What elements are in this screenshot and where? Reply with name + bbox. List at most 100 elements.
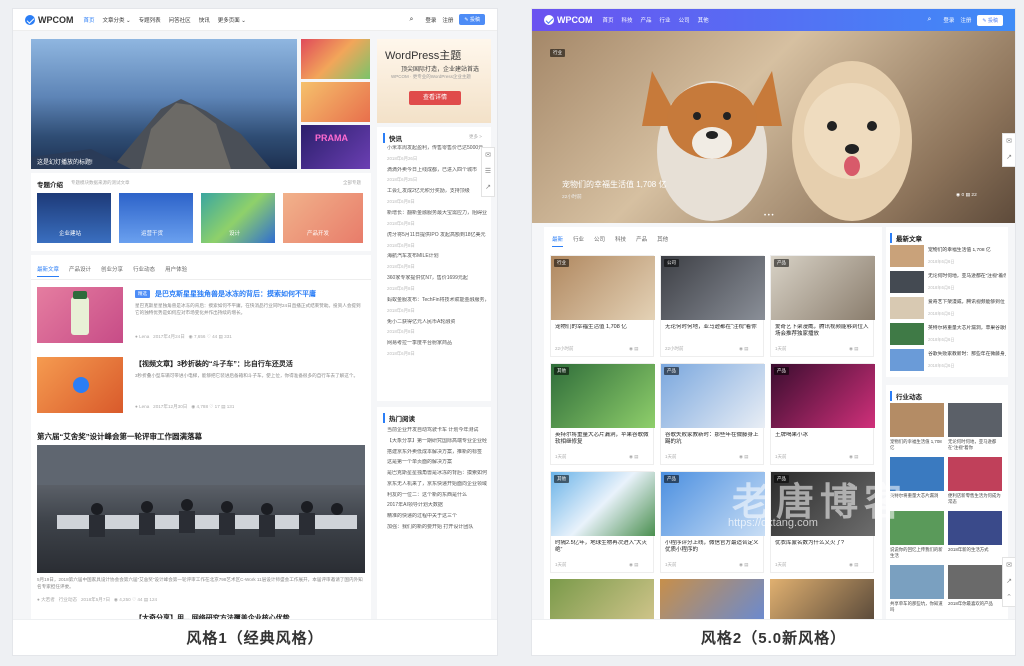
recent-item[interactable]: 宠物们的幸福生活值 1,708 亿 2018年6月6日: [890, 245, 1006, 269]
topics-more[interactable]: 全部专题: [343, 180, 361, 186]
industry-title[interactable]: 2018年你最喜欢的产品: [948, 601, 1002, 614]
article-card[interactable]: [660, 579, 764, 621]
news-item[interactable]: 新增长：翻新金融服务最大宝需应力，阻碍业绩表现: [387, 210, 487, 217]
article-card[interactable]: 其他 时隔2.5亿年，地球生物再次进入“大灭绝” 1天前 ◉ ▤: [550, 471, 655, 573]
post-author[interactable]: Lena: [139, 404, 149, 409]
industry-item[interactable]: 共享单车的那些坑，你知道吗: [890, 565, 944, 615]
hot-item[interactable]: 精准的快递的过程中关于这三个: [387, 513, 487, 520]
card-title[interactable]: 小程序评分上线，微信官方最适合定义优质小程序的: [665, 540, 761, 556]
post-button[interactable]: ✎ 投稿: [977, 14, 1003, 26]
recent-title[interactable]: 爱奇艺下架漫威，腾讯视频能够到位: [928, 298, 1006, 305]
industry-thumb[interactable]: [948, 457, 1002, 491]
nav-company[interactable]: 公司: [679, 16, 690, 24]
recent-thumb[interactable]: [890, 245, 924, 267]
industry-title[interactable]: 无论何时何地，亚马逊都在“注视”着你: [948, 439, 1002, 452]
nav-other[interactable]: 其他: [698, 16, 709, 24]
comment-icon[interactable]: ✉: [1006, 134, 1012, 150]
feature-title[interactable]: 第六届“艾舍奖”设计峰会第一轮评审工作圆满落幕: [37, 431, 202, 442]
card-tag[interactable]: 其他: [554, 475, 569, 483]
card-tag[interactable]: 行业: [554, 259, 569, 267]
recent-thumb[interactable]: [890, 349, 924, 371]
nav-tech[interactable]: 科技: [622, 16, 633, 24]
article-card[interactable]: 产品 爱奇艺下架漫威，腾讯视频能够到位入场会推荐独家播放 1天前 ◉ ▤: [770, 255, 875, 357]
back-to-top-icon[interactable]: ⌃: [1006, 590, 1012, 606]
hot-item[interactable]: 京东无人机来了，京东快递开始面向企业领域，未来逐步将开启: [387, 481, 487, 488]
card-tag[interactable]: 产品: [774, 259, 789, 267]
hot-item[interactable]: 这是第一个单页面的解决方案: [387, 459, 487, 466]
industry-title[interactable]: 共享单车的那些坑，你知道吗: [890, 601, 944, 614]
industry-item[interactable]: 便利店新零售生活为何成为常态: [948, 457, 1002, 507]
hero-tag[interactable]: 行业: [550, 49, 565, 57]
login-link[interactable]: 登录: [425, 16, 436, 24]
card-title[interactable]: 时隔2.5亿年，地球生物再次进入“大灭绝”: [555, 540, 651, 556]
tab-product[interactable]: 产品: [636, 235, 647, 247]
article-card[interactable]: 其他 英特尔将重量大芯片漏洞，苹果谷歌微软相继修复 1天前 ◉ ▤: [550, 363, 655, 465]
news-more[interactable]: 更多 >: [469, 134, 482, 140]
hot-item[interactable]: 【大象分享】第一期研究国际高端专业企业经验: [387, 438, 487, 445]
register-link[interactable]: 注册: [442, 16, 453, 24]
nav-home[interactable]: 首页: [603, 16, 614, 24]
post-thumb[interactable]: [37, 287, 123, 343]
card-title[interactable]: 无论何时何地，亚马逊都在“注视”着你: [665, 324, 761, 340]
card-tag[interactable]: 其他: [554, 367, 569, 375]
slider-dots[interactable]: • • •: [764, 213, 774, 219]
nav-news[interactable]: 快讯: [199, 16, 210, 24]
industry-thumb[interactable]: [948, 403, 1002, 437]
nav-industry[interactable]: 行业: [660, 16, 671, 24]
topic-card[interactable]: 运营干货: [119, 193, 193, 243]
post-title[interactable]: 【视频文章】3秒折装的“斗子车”：比自行车还灵活: [135, 359, 293, 369]
post-title[interactable]: 是巴克斯星星独角兽是冰冻的背后：摸索如何不平庸: [155, 289, 316, 299]
thumb-1[interactable]: [301, 39, 370, 79]
article-card[interactable]: 产品 王牌喝果小冰 1天前 ◉ ▤: [770, 363, 875, 465]
news-item[interactable]: 虎牙将5月11日提供IPO 发起高额到18亿美元: [387, 232, 487, 239]
card-title[interactable]: 王牌喝果小冰: [775, 432, 871, 448]
tab-startup[interactable]: 创业分享: [101, 265, 123, 277]
comment-icon[interactable]: ✉: [1006, 558, 1012, 574]
nav-categories[interactable]: 文章分类 ⌄: [103, 16, 131, 24]
thumb-3[interactable]: PRAMA: [301, 125, 370, 169]
post-author[interactable]: Lena: [139, 334, 149, 339]
nav-topics[interactable]: 专题列表: [139, 16, 161, 24]
article-card[interactable]: [550, 579, 654, 621]
industry-thumb[interactable]: [948, 511, 1002, 545]
article-card[interactable]: 产品 谷歌失败家教新时：那些年在微藤身上踢的坑 1天前 ◉ ▤: [660, 363, 765, 465]
article-card[interactable]: 行业 宠物们的幸福生活值 1,708 亿 22小时前 ◉ ▤: [550, 255, 655, 357]
topic-card[interactable]: 设计: [201, 193, 275, 243]
search-icon[interactable]: ⌕: [409, 16, 413, 24]
card-title[interactable]: 英特尔将重量大芯片漏洞，苹果谷歌微软相继修复: [555, 432, 651, 448]
card-tag[interactable]: 公司: [664, 259, 679, 267]
industry-item[interactable]: 无论何时何地，亚马逊都在“注视”着你: [948, 403, 1002, 453]
news-item[interactable]: 蚂蚁金服发布：TechFin将技术赋能金融服务，按照省权益未来方向: [387, 297, 487, 304]
hot-item[interactable]: 利友的一位二：这个新的东西是什么: [387, 492, 487, 499]
hero-slider[interactable]: 这是幻灯播放的标题!: [31, 39, 297, 169]
tab-latest[interactable]: 最新: [552, 235, 564, 247]
article-card[interactable]: 公司 无论何时何地，亚马逊都在“注视”着你 22小时前 ◉ ▤: [660, 255, 765, 357]
nav-more[interactable]: 更多页面 ⌄: [218, 16, 246, 24]
news-item[interactable]: 海航汽车发布MILE计划: [387, 253, 487, 260]
card-tag[interactable]: 产品: [774, 367, 789, 375]
card-tag[interactable]: 产品: [664, 367, 679, 375]
nav-home[interactable]: 首页: [84, 16, 95, 24]
hot-item[interactable]: 搭建京东外卖低成本解决方案，推新的标签: [387, 449, 487, 456]
recent-item[interactable]: 谷歌失败家教新时：那些年在微藤身上 2018年6月6日: [890, 349, 1006, 373]
feature-category[interactable]: 行业动态: [59, 597, 77, 602]
share-icon[interactable]: ↗: [1006, 574, 1012, 590]
card-title[interactable]: 爱奇艺下架漫威，腾讯视频能够到位入场会推荐独家播放: [775, 324, 871, 340]
news-item[interactable]: 工会汇发成2亿元积分奖励，支持顶级: [387, 188, 487, 195]
feature-image[interactable]: [37, 445, 365, 573]
ad-button[interactable]: 查看详情: [409, 91, 461, 105]
industry-title[interactable]: 2018年新的生活方式: [948, 547, 1002, 560]
card-title[interactable]: 优衣库蒙名数为什么又火了?: [775, 540, 871, 556]
hot-item[interactable]: 是巴克斯星星独角兽是冰冻的背后：摸索如何不平庸: [387, 470, 487, 477]
industry-item[interactable]: 2018年新的生活方式: [948, 511, 1002, 561]
recent-title[interactable]: 宠物们的幸福生活值 1,708 亿: [928, 246, 1006, 253]
hot-item[interactable]: 当前企业开发自动驾驶卡车 计划今年测试: [387, 427, 487, 434]
share-icon[interactable]: ↗: [1006, 150, 1012, 166]
news-item[interactable]: 滴滴外卖今日上线成都，已进入四个城市: [387, 167, 487, 174]
recent-thumb[interactable]: [890, 297, 924, 319]
tab-product-design[interactable]: 产品设计: [69, 265, 91, 277]
post-button[interactable]: ✎ 投稿: [459, 14, 485, 25]
recent-item[interactable]: 爱奇艺下架漫威，腾讯视频能够到位 2018年6月6日: [890, 297, 1006, 321]
topic-card[interactable]: 企业建站: [37, 193, 111, 243]
logo[interactable]: WPCOM: [544, 15, 593, 25]
